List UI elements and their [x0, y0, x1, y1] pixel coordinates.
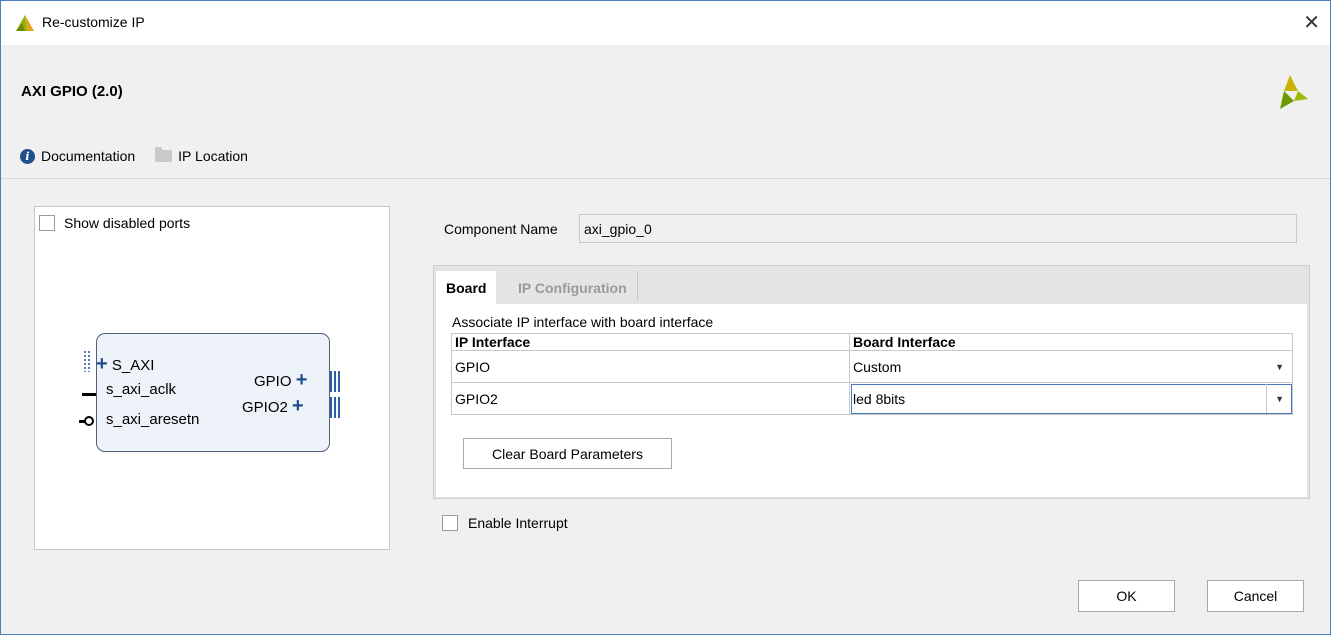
column-header-ip-interface: IP Interface [451, 333, 850, 351]
folder-icon[interactable] [155, 147, 173, 162]
table-row: GPIO Custom ▼ [451, 350, 1293, 383]
ip-location-link[interactable]: IP Location [178, 148, 248, 164]
port-s-axi[interactable]: + S_AXI [96, 353, 154, 376]
ip-title: AXI GPIO (2.0) [21, 83, 123, 100]
ip-links: i Documentation IP Location [20, 147, 248, 164]
port-s-axi-aresetn[interactable]: s_axi_aresetn [106, 411, 199, 428]
show-disabled-ports[interactable]: Show disabled ports [39, 215, 190, 231]
expand-plus-icon[interactable]: + [96, 353, 108, 375]
ip-interface-cell: GPIO2 [451, 382, 850, 415]
board-interface-value: led 8bits [853, 390, 906, 407]
port-s-axi-aclk[interactable]: s_axi_aclk [106, 381, 176, 398]
board-interface-table: IP Interface Board Interface GPIO Custom… [451, 333, 1293, 415]
ip-interface-cell: GPIO [451, 350, 850, 383]
enable-interrupt-checkbox[interactable] [442, 515, 458, 531]
vivado-logo-icon [16, 15, 34, 31]
chevron-down-icon[interactable]: ▼ [1275, 362, 1284, 372]
board-interface-select[interactable]: Custom ▼ [849, 350, 1293, 383]
table-row: GPIO2 led 8bits ▼ [451, 382, 1293, 415]
board-tab-body: Associate IP interface with board interf… [436, 304, 1307, 497]
expand-plus-icon[interactable]: + [292, 395, 304, 417]
chevron-down-icon[interactable]: ▼ [1275, 394, 1284, 404]
xilinx-logo-icon [1280, 75, 1308, 109]
config-tabs-panel: Board IP Configuration Associate IP inte… [433, 265, 1310, 499]
title-bar: Re-customize IP ✕ [1, 1, 1330, 45]
enable-interrupt-label: Enable Interrupt [468, 515, 568, 531]
tab-board[interactable]: Board [436, 271, 497, 304]
clear-board-parameters-button[interactable]: Clear Board Parameters [463, 438, 672, 469]
close-icon[interactable]: ✕ [1303, 10, 1320, 35]
ip-symbol-panel: Show disabled ports + S_AXI s_axi_aclk s… [34, 206, 390, 550]
cancel-button[interactable]: Cancel [1207, 580, 1304, 612]
tab-ip-configuration[interactable]: IP Configuration [508, 271, 638, 301]
port-gpio2-label: GPIO2 [242, 399, 288, 416]
board-description: Associate IP interface with board interf… [452, 314, 714, 330]
info-icon[interactable]: i [20, 148, 35, 164]
port-gpio2[interactable]: GPIO2 + [242, 395, 304, 418]
board-interface-value: Custom [853, 358, 902, 375]
show-disabled-checkbox[interactable] [39, 215, 55, 231]
ok-button[interactable]: OK [1078, 580, 1175, 612]
documentation-link[interactable]: Documentation [41, 148, 135, 164]
reset-wire [79, 420, 86, 423]
recustomize-ip-dialog: Re-customize IP ✕ AXI GPIO (2.0) i Docum… [0, 0, 1331, 635]
clock-wire [82, 393, 96, 396]
gpio-bus-icon [330, 371, 341, 392]
port-gpio-label: GPIO [254, 373, 292, 390]
tab-strip: Board IP Configuration [434, 266, 1309, 304]
component-name-field[interactable]: axi_gpio_0 [579, 214, 1297, 243]
component-name-label: Component Name [444, 221, 558, 237]
table-header-row: IP Interface Board Interface [451, 333, 1293, 351]
select-divider [1266, 384, 1267, 413]
bus-interface-dots-icon [83, 350, 91, 372]
expand-plus-icon[interactable]: + [296, 369, 308, 391]
board-interface-select[interactable]: led 8bits ▼ [849, 382, 1293, 415]
port-gpio[interactable]: GPIO + [254, 369, 307, 392]
column-header-board-interface: Board Interface [849, 333, 1293, 351]
show-disabled-label: Show disabled ports [64, 215, 191, 231]
port-s-axi-label: S_AXI [111, 357, 155, 374]
window-title: Re-customize IP [42, 14, 145, 30]
ip-header: AXI GPIO (2.0) i Documentation IP Locati… [1, 45, 1330, 179]
enable-interrupt-option[interactable]: Enable Interrupt [442, 515, 568, 531]
gpio2-bus-icon [330, 397, 341, 418]
